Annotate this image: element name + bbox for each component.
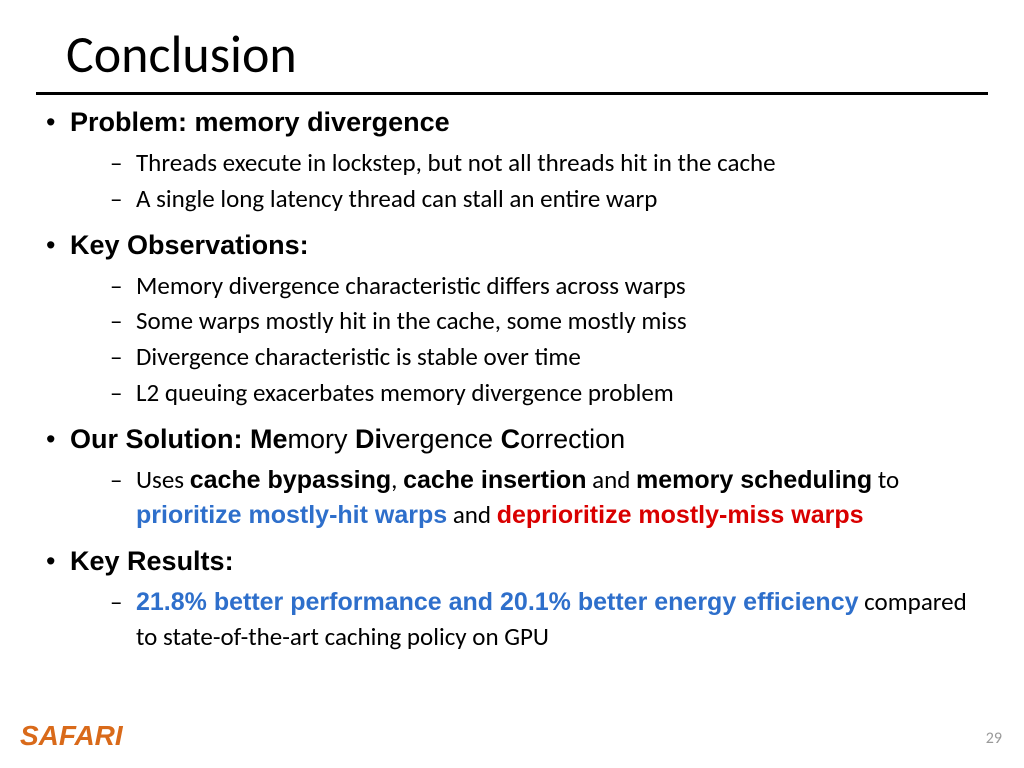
section-problem: Problem: memory divergence Threads execu…	[40, 105, 988, 216]
heading-me-rest: mory	[288, 424, 356, 454]
text-run: ,	[391, 464, 403, 495]
bullet-item: Some warps mostly hit in the cache, some…	[106, 304, 988, 338]
title-underline	[36, 92, 988, 95]
text-run: Uses	[136, 464, 190, 495]
safari-logo: SAFARI	[20, 720, 123, 752]
page-number: 29	[986, 729, 1002, 748]
heading-prefix: Our Solution:	[70, 424, 250, 454]
section-heading: Key Results:	[70, 546, 234, 576]
sub-list: Uses cache bypassing, cache insertion an…	[70, 463, 988, 533]
section-heading: Problem: memory divergence	[70, 107, 450, 137]
bullet-item: Threads execute in lockstep, but not all…	[106, 146, 988, 180]
content-list: Problem: memory divergence Threads execu…	[36, 105, 988, 654]
slide: Conclusion Problem: memory divergence Th…	[0, 0, 1024, 654]
text-run: cache insertion	[403, 466, 586, 494]
sub-list: 21.8% better performance and 20.1% bette…	[70, 585, 988, 654]
heading-di-bold: Di	[355, 424, 382, 454]
heading-di-rest: vergence	[382, 424, 501, 454]
bullet-item: Divergence characteristic is stable over…	[106, 340, 988, 374]
text-run: deprioritize mostly-miss warps	[497, 501, 864, 529]
slide-title: Conclusion	[66, 22, 988, 86]
text-run: and	[447, 499, 497, 530]
text-run: memory scheduling	[636, 466, 872, 494]
section-solution: Our Solution: Memory Divergence Correcti…	[40, 422, 988, 533]
sub-list: Threads execute in lockstep, but not all…	[70, 146, 988, 216]
bullet-item: A single long latency thread can stall a…	[106, 182, 988, 216]
bullet-item: Uses cache bypassing, cache insertion an…	[106, 463, 988, 533]
heading-c-rest: orrection	[520, 424, 625, 454]
section-results: Key Results: 21.8% better performance an…	[40, 544, 988, 654]
bullet-item: L2 queuing exacerbates memory divergence…	[106, 376, 988, 410]
section-heading: Key Observations:	[70, 230, 309, 260]
heading-me-bold: Me	[250, 424, 288, 454]
bullet-item: Memory divergence characteristic differs…	[106, 269, 988, 303]
bullet-item: 21.8% better performance and 20.1% bette…	[106, 585, 988, 654]
text-run: prioritize mostly-hit warps	[136, 501, 447, 529]
sub-list: Memory divergence characteristic differs…	[70, 269, 988, 410]
section-observations: Key Observations: Memory divergence char…	[40, 228, 988, 410]
text-run: 21.8% better performance and 20.1% bette…	[136, 588, 859, 616]
text-run: cache bypassing	[190, 466, 391, 494]
text-run: and	[586, 464, 636, 495]
heading-c-bold: C	[501, 424, 521, 454]
text-run: to	[872, 464, 899, 495]
